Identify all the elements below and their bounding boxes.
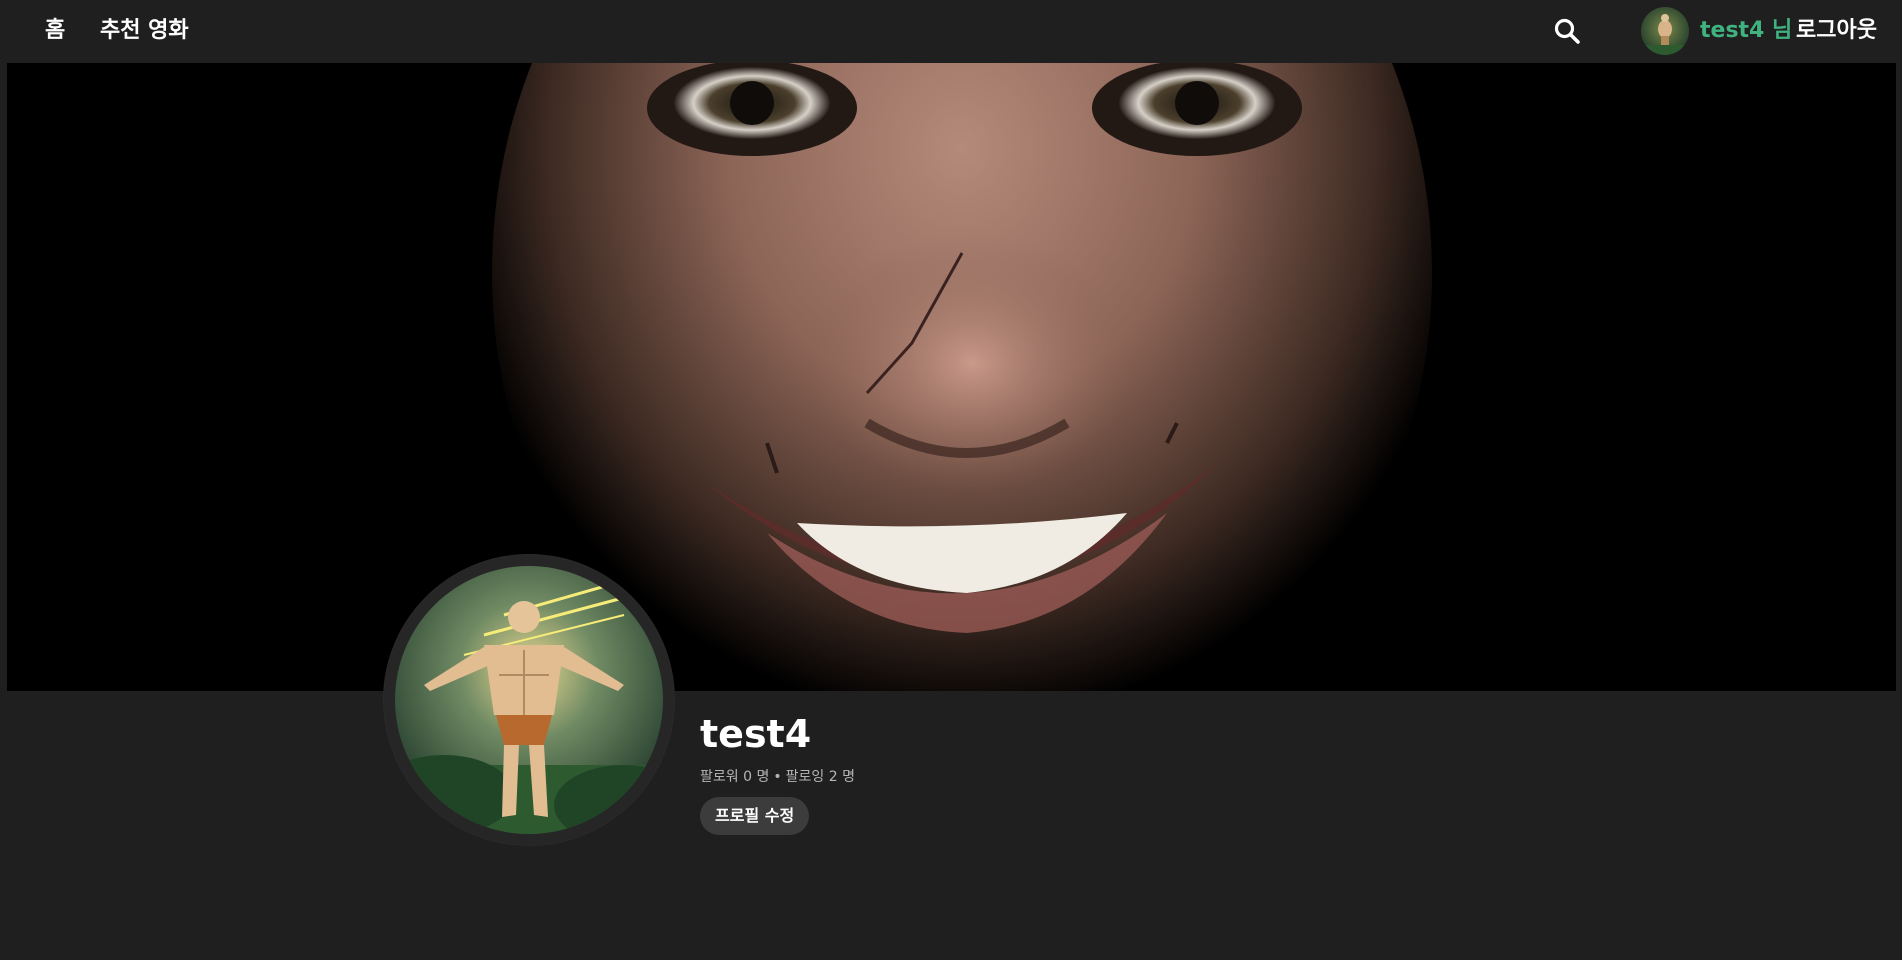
top-navbar: 홈 추천 영화 test4 님 로그아웃 xyxy=(0,0,1902,63)
profile-banner-image xyxy=(7,63,1896,691)
follower-label[interactable]: 팔로워 xyxy=(700,769,739,785)
separator-dot: • xyxy=(773,769,782,785)
logout-button[interactable]: 로그아웃 xyxy=(1796,16,1877,46)
follower-unit: 명 xyxy=(756,769,770,785)
search-icon[interactable] xyxy=(1553,17,1581,45)
following-count[interactable]: 2 xyxy=(829,769,838,785)
profile-avatar[interactable] xyxy=(384,555,674,845)
follow-stats: 팔로워 0 명 • 팔로잉 2 명 xyxy=(700,767,855,787)
edit-profile-button[interactable]: 프로필 수정 xyxy=(700,797,810,835)
nav-recommended-movies-link[interactable]: 추천 영화 xyxy=(100,16,189,46)
follower-count[interactable]: 0 xyxy=(743,769,752,785)
nav-home-link[interactable]: 홈 xyxy=(45,16,65,46)
profile-username: test4 xyxy=(700,712,812,756)
user-avatar[interactable] xyxy=(1641,7,1689,55)
following-unit: 명 xyxy=(842,769,855,785)
following-label[interactable]: 팔로잉 xyxy=(786,769,825,785)
nav-username[interactable]: test4 님 xyxy=(1700,16,1792,46)
